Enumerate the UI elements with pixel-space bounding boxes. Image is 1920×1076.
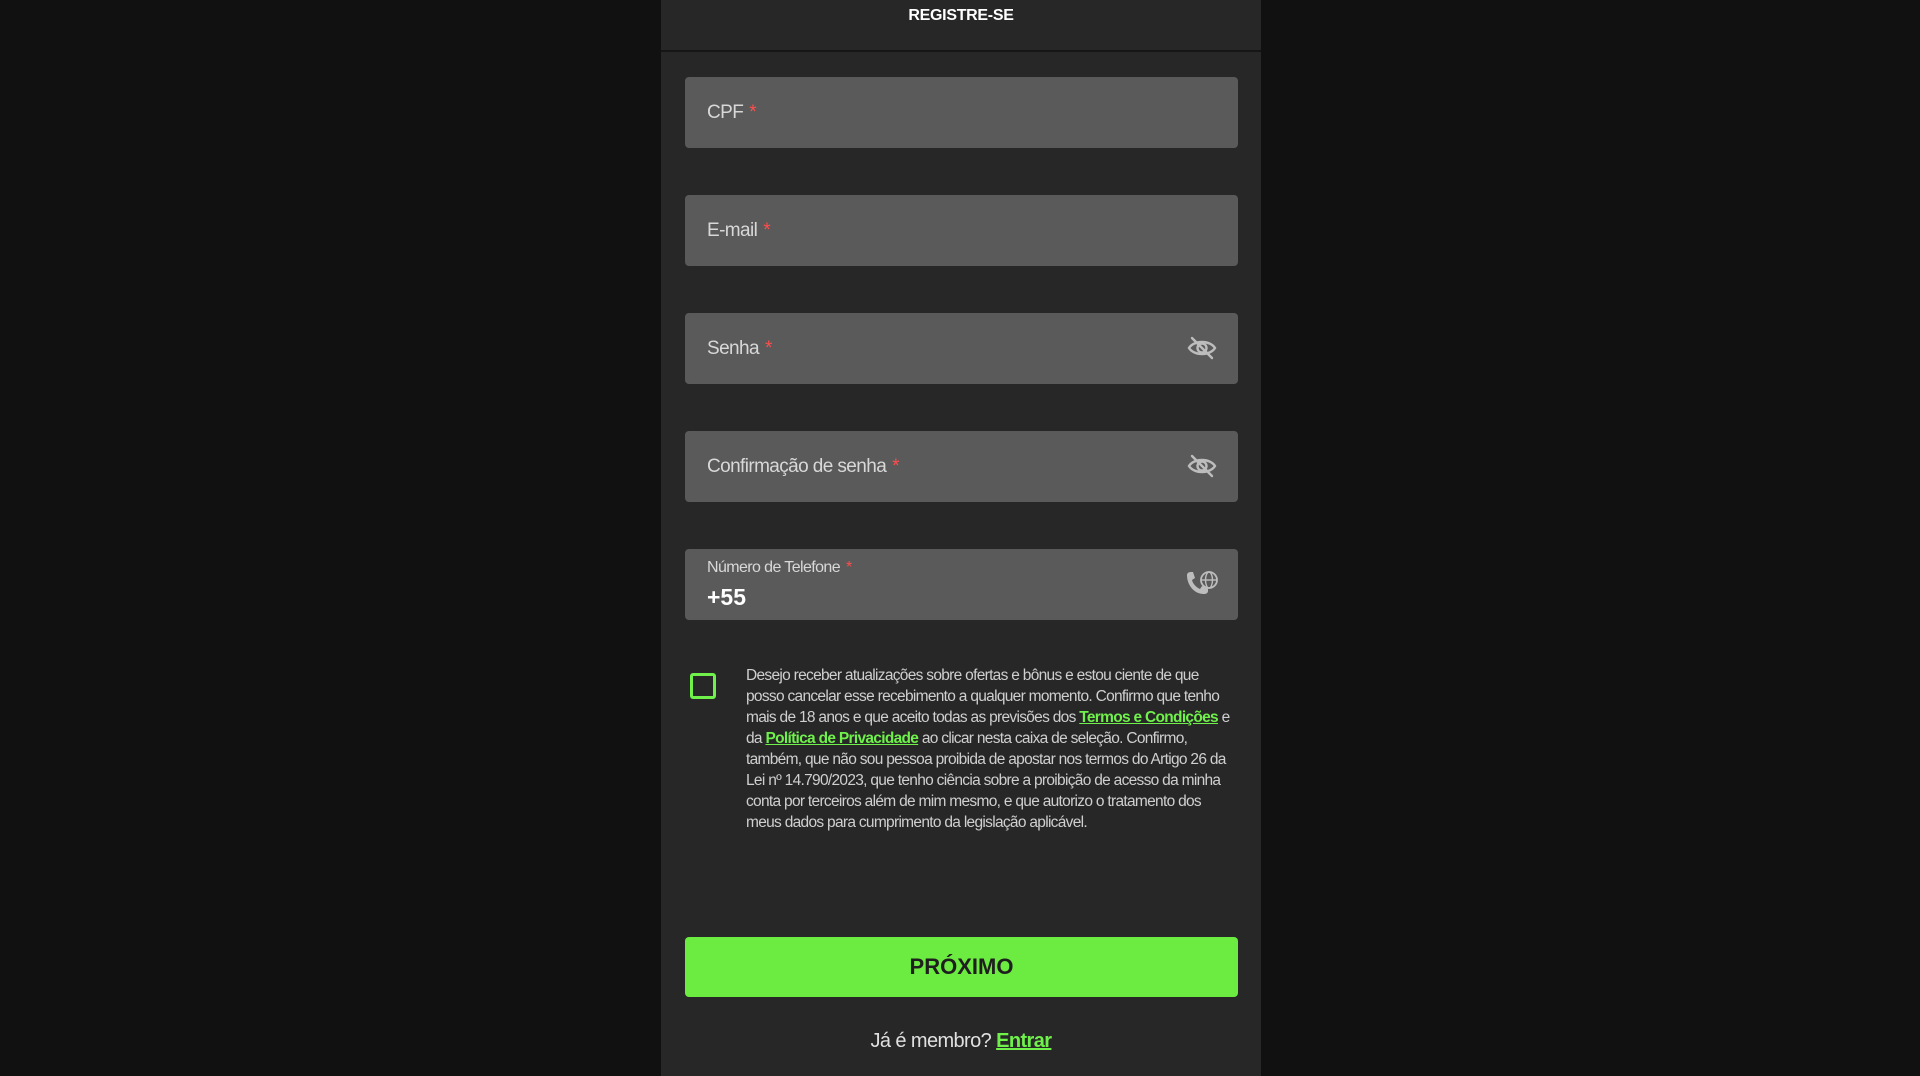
password-field[interactable]: Senha * <box>685 313 1238 384</box>
phone-field[interactable]: Número de Telefone * +55 <box>685 549 1238 620</box>
register-panel: REGISTRE-SE CPF * E-mail * Senha * Confirma… <box>661 0 1261 1076</box>
required-mark: * <box>763 220 771 241</box>
header: REGISTRE-SE <box>661 0 1261 52</box>
terms-link[interactable]: Termos e Condições <box>1079 709 1218 726</box>
required-mark: * <box>892 456 899 477</box>
next-button[interactable]: PRÓXIMO <box>685 937 1238 997</box>
privacy-policy-link[interactable]: Política de Privacidade <box>765 730 918 747</box>
phone-label: Número de Telefone * <box>707 559 852 576</box>
email-field[interactable]: E-mail * <box>685 195 1238 266</box>
required-mark: * <box>846 559 852 576</box>
login-prompt: Já é membro? Entrar <box>661 1030 1261 1053</box>
password-confirm-field[interactable]: Confirmação de senha * <box>685 431 1238 502</box>
login-link[interactable]: Entrar <box>996 1030 1052 1052</box>
eye-off-icon[interactable] <box>1186 335 1218 361</box>
consent-text: Desejo receber atualizações sobre oferta… <box>746 667 1230 831</box>
consent-checkbox[interactable] <box>690 673 716 699</box>
member-question: Já é membro? <box>870 1030 992 1052</box>
required-mark: * <box>764 338 772 359</box>
phone-globe-icon <box>1182 567 1220 601</box>
cpf-label: CPF * <box>707 102 757 123</box>
required-mark: * <box>749 102 756 123</box>
cpf-field[interactable]: CPF * <box>685 77 1238 148</box>
password-label: Senha * <box>707 338 772 359</box>
email-label: E-mail * <box>707 220 771 241</box>
eye-off-icon[interactable] <box>1186 453 1218 479</box>
page-title: REGISTRE-SE <box>908 7 1014 24</box>
phone-country-code[interactable]: +55 <box>707 584 746 611</box>
password-confirm-label: Confirmação de senha * <box>707 456 900 477</box>
